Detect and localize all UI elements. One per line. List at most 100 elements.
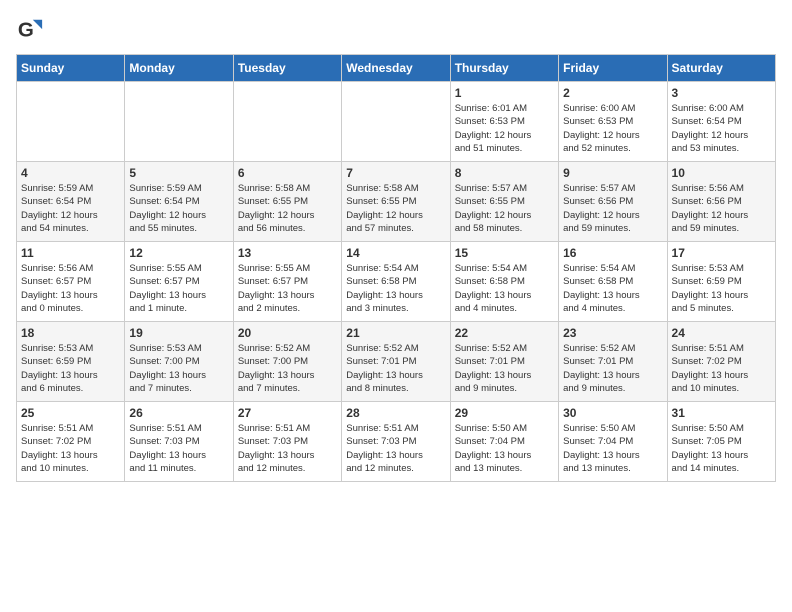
day-info: Sunrise: 5:51 AM Sunset: 7:03 PM Dayligh… xyxy=(238,422,337,475)
calendar-cell: 2 Sunrise: 6:00 AM Sunset: 6:53 PM Daylig… xyxy=(559,82,667,162)
day-info: Sunrise: 5:57 AM Sunset: 6:55 PM Dayligh… xyxy=(455,182,554,235)
calendar-cell xyxy=(125,82,233,162)
day-number: 29 xyxy=(455,406,554,420)
day-info: Sunrise: 5:57 AM Sunset: 6:56 PM Dayligh… xyxy=(563,182,662,235)
day-number: 11 xyxy=(21,246,120,260)
week-row-5: 25Sunrise: 5:51 AM Sunset: 7:02 PM Dayli… xyxy=(17,402,776,482)
day-info: Sunrise: 5:58 AM Sunset: 6:55 PM Dayligh… xyxy=(346,182,445,235)
day-info: Sunrise: 5:50 AM Sunset: 7:05 PM Dayligh… xyxy=(672,422,771,475)
day-number: 7 xyxy=(346,166,445,180)
calendar-cell: 15Sunrise: 5:54 AM Sunset: 6:58 PM Dayli… xyxy=(450,242,558,322)
day-info: Sunrise: 5:53 AM Sunset: 6:59 PM Dayligh… xyxy=(21,342,120,395)
col-header-thursday: Thursday xyxy=(450,55,558,82)
day-number: 2 xyxy=(563,86,662,100)
day-number: 1 xyxy=(455,86,554,100)
col-header-sunday: Sunday xyxy=(17,55,125,82)
day-number: 19 xyxy=(129,326,228,340)
day-number: 3 xyxy=(672,86,771,100)
day-info: Sunrise: 5:55 AM Sunset: 6:57 PM Dayligh… xyxy=(129,262,228,315)
day-info: Sunrise: 5:54 AM Sunset: 6:58 PM Dayligh… xyxy=(346,262,445,315)
svg-text:G: G xyxy=(18,19,34,42)
day-number: 5 xyxy=(129,166,228,180)
calendar-cell: 14 Sunrise: 5:54 AM Sunset: 6:58 PM Dayli… xyxy=(342,242,450,322)
calendar-cell: 17 Sunrise: 5:53 AM Sunset: 6:59 PM Dayli… xyxy=(667,242,775,322)
day-number: 23 xyxy=(563,326,662,340)
day-number: 25 xyxy=(21,406,120,420)
col-header-tuesday: Tuesday xyxy=(233,55,341,82)
week-row-4: 18 Sunrise: 5:53 AM Sunset: 6:59 PM Dayli… xyxy=(17,322,776,402)
calendar-table: SundayMondayTuesdayWednesdayThursdayFrid… xyxy=(16,54,776,482)
logo: G xyxy=(16,16,48,44)
day-number: 9 xyxy=(563,166,662,180)
day-number: 10 xyxy=(672,166,771,180)
day-info: Sunrise: 5:58 AM Sunset: 6:55 PM Dayligh… xyxy=(238,182,337,235)
day-number: 15 xyxy=(455,246,554,260)
calendar-cell: 23 Sunrise: 5:52 AM Sunset: 7:01 PM Dayli… xyxy=(559,322,667,402)
day-info: Sunrise: 5:56 AM Sunset: 6:57 PM Dayligh… xyxy=(21,262,120,315)
calendar-cell: 28 Sunrise: 5:51 AM Sunset: 7:03 PM Dayli… xyxy=(342,402,450,482)
day-info: Sunrise: 5:52 AM Sunset: 7:01 PM Dayligh… xyxy=(563,342,662,395)
calendar-cell: 11 Sunrise: 5:56 AM Sunset: 6:57 PM Dayli… xyxy=(17,242,125,322)
calendar-cell: 6 Sunrise: 5:58 AM Sunset: 6:55 PM Daylig… xyxy=(233,162,341,242)
calendar-cell: 19 Sunrise: 5:53 AM Sunset: 7:00 PM Dayli… xyxy=(125,322,233,402)
calendar-cell: 25Sunrise: 5:51 AM Sunset: 7:02 PM Dayli… xyxy=(17,402,125,482)
calendar-cell: 20Sunrise: 5:52 AM Sunset: 7:00 PM Dayli… xyxy=(233,322,341,402)
day-number: 14 xyxy=(346,246,445,260)
logo-icon: G xyxy=(16,16,44,44)
day-info: Sunrise: 5:59 AM Sunset: 6:54 PM Dayligh… xyxy=(21,182,120,235)
col-header-saturday: Saturday xyxy=(667,55,775,82)
calendar-cell: 26Sunrise: 5:51 AM Sunset: 7:03 PM Dayli… xyxy=(125,402,233,482)
day-info: Sunrise: 5:53 AM Sunset: 6:59 PM Dayligh… xyxy=(672,262,771,315)
calendar-cell: 27 Sunrise: 5:51 AM Sunset: 7:03 PM Dayli… xyxy=(233,402,341,482)
day-info: Sunrise: 5:50 AM Sunset: 7:04 PM Dayligh… xyxy=(563,422,662,475)
calendar-cell: 16 Sunrise: 5:54 AM Sunset: 6:58 PM Dayli… xyxy=(559,242,667,322)
day-info: Sunrise: 5:55 AM Sunset: 6:57 PM Dayligh… xyxy=(238,262,337,315)
calendar-cell: 24Sunrise: 5:51 AM Sunset: 7:02 PM Dayli… xyxy=(667,322,775,402)
calendar-cell: 18 Sunrise: 5:53 AM Sunset: 6:59 PM Dayli… xyxy=(17,322,125,402)
day-info: Sunrise: 5:59 AM Sunset: 6:54 PM Dayligh… xyxy=(129,182,228,235)
calendar-cell: 3Sunrise: 6:00 AM Sunset: 6:54 PM Daylig… xyxy=(667,82,775,162)
day-info: Sunrise: 5:54 AM Sunset: 6:58 PM Dayligh… xyxy=(563,262,662,315)
calendar-cell: 22 Sunrise: 5:52 AM Sunset: 7:01 PM Dayli… xyxy=(450,322,558,402)
day-number: 28 xyxy=(346,406,445,420)
calendar-cell: 1 Sunrise: 6:01 AM Sunset: 6:53 PM Daylig… xyxy=(450,82,558,162)
day-number: 22 xyxy=(455,326,554,340)
day-number: 12 xyxy=(129,246,228,260)
day-info: Sunrise: 5:50 AM Sunset: 7:04 PM Dayligh… xyxy=(455,422,554,475)
calendar-cell xyxy=(342,82,450,162)
calendar-cell: 9 Sunrise: 5:57 AM Sunset: 6:56 PM Daylig… xyxy=(559,162,667,242)
week-row-1: 1 Sunrise: 6:01 AM Sunset: 6:53 PM Daylig… xyxy=(17,82,776,162)
day-number: 31 xyxy=(672,406,771,420)
day-info: Sunrise: 6:00 AM Sunset: 6:53 PM Dayligh… xyxy=(563,102,662,155)
calendar-cell xyxy=(233,82,341,162)
day-number: 17 xyxy=(672,246,771,260)
day-info: Sunrise: 5:51 AM Sunset: 7:03 PM Dayligh… xyxy=(129,422,228,475)
day-info: Sunrise: 5:52 AM Sunset: 7:01 PM Dayligh… xyxy=(455,342,554,395)
page-header: G xyxy=(16,16,776,44)
day-number: 4 xyxy=(21,166,120,180)
calendar-cell: 7 Sunrise: 5:58 AM Sunset: 6:55 PM Daylig… xyxy=(342,162,450,242)
day-number: 8 xyxy=(455,166,554,180)
calendar-cell: 12 Sunrise: 5:55 AM Sunset: 6:57 PM Dayli… xyxy=(125,242,233,322)
col-header-friday: Friday xyxy=(559,55,667,82)
day-number: 27 xyxy=(238,406,337,420)
day-info: Sunrise: 5:53 AM Sunset: 7:00 PM Dayligh… xyxy=(129,342,228,395)
day-info: Sunrise: 5:52 AM Sunset: 7:01 PM Dayligh… xyxy=(346,342,445,395)
calendar-cell: 4 Sunrise: 5:59 AM Sunset: 6:54 PM Daylig… xyxy=(17,162,125,242)
calendar-cell: 5 Sunrise: 5:59 AM Sunset: 6:54 PM Daylig… xyxy=(125,162,233,242)
calendar-cell: 8 Sunrise: 5:57 AM Sunset: 6:55 PM Daylig… xyxy=(450,162,558,242)
day-number: 21 xyxy=(346,326,445,340)
day-info: Sunrise: 5:56 AM Sunset: 6:56 PM Dayligh… xyxy=(672,182,771,235)
week-row-3: 11 Sunrise: 5:56 AM Sunset: 6:57 PM Dayli… xyxy=(17,242,776,322)
calendar-cell: 30Sunrise: 5:50 AM Sunset: 7:04 PM Dayli… xyxy=(559,402,667,482)
calendar-cell: 29 Sunrise: 5:50 AM Sunset: 7:04 PM Dayli… xyxy=(450,402,558,482)
day-number: 18 xyxy=(21,326,120,340)
day-number: 6 xyxy=(238,166,337,180)
day-number: 13 xyxy=(238,246,337,260)
day-number: 16 xyxy=(563,246,662,260)
calendar-cell: 13 Sunrise: 5:55 AM Sunset: 6:57 PM Dayli… xyxy=(233,242,341,322)
day-info: Sunrise: 6:01 AM Sunset: 6:53 PM Dayligh… xyxy=(455,102,554,155)
col-header-monday: Monday xyxy=(125,55,233,82)
day-info: Sunrise: 5:51 AM Sunset: 7:02 PM Dayligh… xyxy=(672,342,771,395)
day-info: Sunrise: 5:51 AM Sunset: 7:03 PM Dayligh… xyxy=(346,422,445,475)
